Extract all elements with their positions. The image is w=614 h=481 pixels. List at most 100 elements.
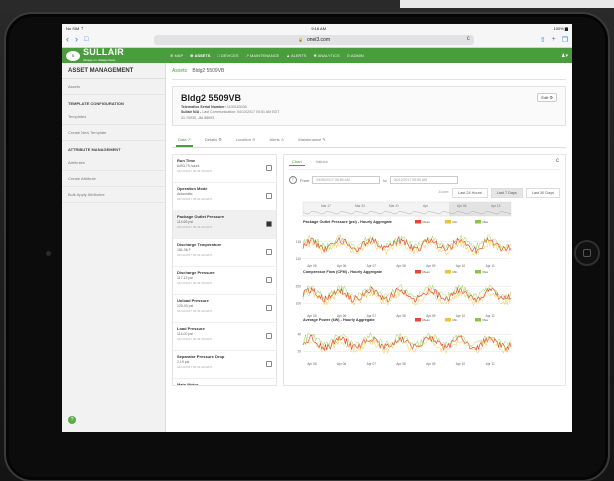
breadcrumb: Assets Bldg2 5509VB [172,68,566,80]
legend-swatch [445,270,451,274]
menu-alerts[interactable]: ▲ ALERTS [286,53,306,58]
to-date-input[interactable]: 04/12/2017 05:59 AM [389,176,458,184]
address-bar[interactable]: 🔒 onei3.com c [154,34,474,45]
sidebar-item-bulk-apply[interactable]: Bulk Apply Attributes [62,187,165,203]
reload-icon[interactable]: c [467,36,470,42]
sidebar-heading-attribute: ATTRIBUTE MANAGEMENT [68,147,121,152]
menu-devices[interactable]: □ DEVICES [217,53,238,58]
battery-text: 100% ▆ [553,25,568,31]
tab-maintenance[interactable]: Maintenance ✎ [296,134,327,147]
sullair-logo[interactable]: S SULLAIR Always on. Always there. [66,47,170,64]
sidebar-title: ASSET MANAGEMENT [62,63,165,79]
main-content: Assets Bldg2 5509VB Bldg2 5509VB Telemat… [166,63,572,432]
zoom-24h-button[interactable]: Last 24 Hours [452,188,488,198]
legend-label: Min [453,318,458,322]
zoom-30d-button[interactable]: Last 30 Days [525,188,560,198]
parameter-list: Run Time 6493.75 hours 04/13/2017 05:49 AM… [172,154,277,386]
sidebar-item-create-template[interactable]: Create New Template [62,125,165,141]
y-tick-label: 40 [297,333,301,337]
asset-tabs: Data ↗ Details ⚙ Location ⊙ Alerts ⚠ Mai… [172,134,566,148]
param-value: Automatic [177,192,193,196]
list-item[interactable]: Discharge Pressure 117.13 psi 04/13/2017 0… [173,267,276,295]
share-icon[interactable]: ⇧ [540,36,546,44]
param-checkbox[interactable] [266,249,272,255]
param-checkbox[interactable] [266,333,272,339]
serial-label: Telematics Serial Number: [181,104,226,109]
menu-map[interactable]: ⊕ MAP [170,53,183,58]
sidebar-item-assets[interactable]: Assets [62,79,165,95]
x-tick-label: Apr 06 [337,362,347,366]
list-item[interactable]: Unload Pressure 120.00 psi 04/13/2017 05:4… [173,295,276,323]
param-checkbox[interactable] [266,165,272,171]
tabs-icon[interactable]: ❐ [562,36,568,44]
x-tick-label: Apr 09 [426,264,436,268]
list-item[interactable]: Main Motor5.00 A04/13/2017 05:49 AM EDT [173,379,276,385]
param-checkbox[interactable] [266,361,272,367]
app-body: ASSET MANAGEMENT Assets TEMPLATE CONFIGU… [62,63,572,432]
user-menu-icon[interactable]: ♟▾ [561,53,568,59]
menu-assets[interactable]: ⊕ ASSETS [190,53,210,58]
x-tick-label: Apr 10 [456,362,466,366]
param-value: 2.19 psi [177,360,190,364]
param-checkbox[interactable] [266,221,272,227]
menu-analytics[interactable]: ✱ ANALYTICS [313,53,339,58]
legend-label: Max [483,270,489,274]
asset-comm: Sullair N/A - Last Communication: 04/13/… [181,110,557,114]
new-tab-icon[interactable]: + [552,36,556,43]
status-bar: No SIM ⇡ 9:16 AM 100% ▆ [62,24,572,32]
forward-icon[interactable]: › [75,35,78,44]
list-item[interactable]: Separator Pressure Drop 2.19 psi 04/13/201… [173,351,276,379]
refresh-icon[interactable]: c [556,158,559,164]
bookmarks-icon[interactable]: □ [84,36,88,43]
list-item[interactable]: Operation Mode Automatic 04/13/2017 05:49 … [173,183,276,211]
list-item[interactable]: Package Outlet Pressure 114.69 psi 04/13/2… [173,211,276,239]
list-item[interactable]: Run Time 6493.75 hours 04/13/2017 05:49 AM… [173,155,276,183]
y-tick-label: 115 [296,240,301,244]
tab-chart[interactable]: Chart [289,158,305,166]
trend-charts[interactable]: Mar 17 Mar 24 Mar 31 Apr Apr 06 Apr 13Package… [289,200,515,366]
tab-data[interactable]: Data ↗ [176,134,193,147]
param-name: Package Outlet Pressure [177,214,225,219]
menu-maintenance[interactable]: ↗ MAINTENANCE [246,53,280,58]
asset-card: Bldg2 5509VB Telematics Serial Number: 1… [172,86,566,126]
tab-values[interactable]: Values [313,158,331,166]
legend-swatch [475,318,481,322]
list-item[interactable]: Load Pressure 114.00 psi 04/13/2017 05:49 … [173,323,276,351]
sullair-logo-mark: S [66,50,80,61]
breadcrumb-assets[interactable]: Assets [172,68,187,74]
menu-admin[interactable]: ⊙ ADMIN [347,53,364,58]
tab-alerts[interactable]: Alerts ⚠ [267,134,286,147]
param-timestamp: 04/13/2017 05:49 AM EDT [177,309,213,313]
navigator-tick-label: Mar 31 [389,204,399,208]
lock-icon: 🔒 [297,37,303,42]
zoom-7d-button[interactable]: Last 7 Days [490,188,523,198]
param-name: Unload Pressure [177,298,209,303]
legend-label: Mean [423,270,431,274]
param-name: Load Pressure [177,326,205,331]
sidebar-item-templates[interactable]: Templates [62,109,165,125]
param-checkbox[interactable] [266,305,272,311]
sidebar: ASSET MANAGEMENT Assets TEMPLATE CONFIGU… [62,63,166,432]
home-button[interactable] [574,240,600,266]
y-tick-label: 110 [296,257,301,261]
param-checkbox[interactable] [266,193,272,199]
tab-location[interactable]: Location ⊙ [234,134,258,147]
param-checkbox[interactable] [266,277,272,283]
x-tick-label: Apr 07 [367,264,377,268]
back-icon[interactable]: ‹ [66,35,69,44]
from-date-input[interactable]: 04/05/2017 05:59 AM [312,176,381,184]
edit-button[interactable]: Edit ⚙ [537,93,557,102]
sidebar-item-attributes[interactable]: Attributes [62,155,165,171]
param-timestamp: 04/13/2017 05:49 AM EDT [177,225,213,229]
chart-title: Package Outlet Pressure (psi) - Hourly A… [303,220,392,224]
sidebar-item-create-attribute[interactable]: Create Attribute [62,171,165,187]
zoom-controls: Zoom: Last 24 Hours Last 7 Days Last 30 … [289,188,560,198]
date-range: ! From 04/05/2017 05:59 AM to 04/12/2017… [289,176,560,184]
legend-swatch [415,270,421,274]
list-item[interactable]: Discharge Temperature 181.06 F 04/13/2017 … [173,239,276,267]
sullair-label: Sullair N/A - [181,110,202,114]
help-icon[interactable]: ? [68,416,76,424]
navigator-tick-label: Apr 06 [457,204,467,208]
tab-details[interactable]: Details ⚙ [203,134,224,147]
chart-title: Compressor Flow (CFM) - Hourly Aggregate [303,270,382,274]
